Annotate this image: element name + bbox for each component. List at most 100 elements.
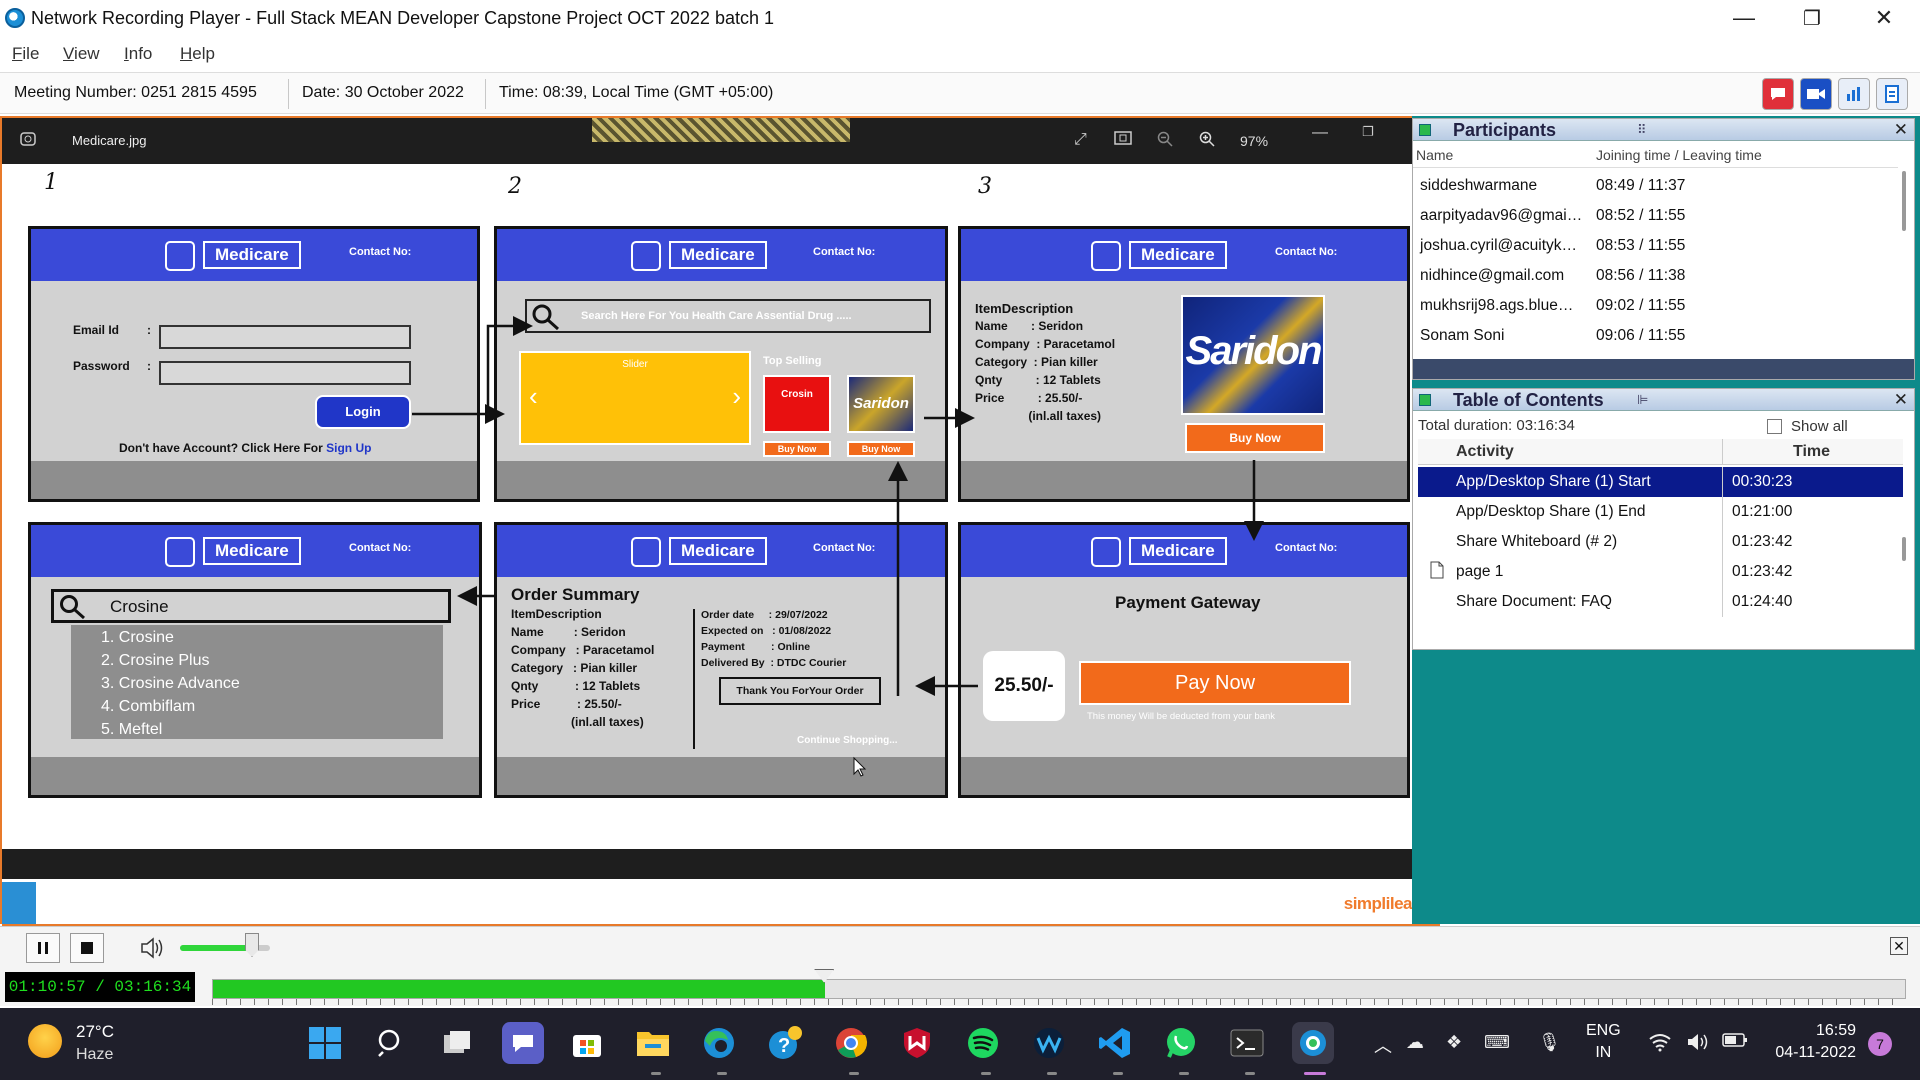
volume-level <box>180 945 252 951</box>
weather-icon[interactable] <box>28 1024 62 1058</box>
column-header-name[interactable]: Name <box>1416 147 1453 163</box>
participant-row[interactable]: siddeshwarmane 08:49 / 11:37 <box>1418 171 1898 201</box>
fullscreen-icon[interactable]: ⤢ <box>1074 131 1087 149</box>
restore-button[interactable]: ❐ <box>1778 0 1846 36</box>
participant-row[interactable]: Sonam Soni 09:06 / 11:55 <box>1418 321 1898 351</box>
menu-bar: File View Info Help <box>0 37 1920 71</box>
close-controls-icon[interactable]: ✕ <box>1890 937 1908 955</box>
toc-time: 01:21:00 <box>1732 503 1793 520</box>
panel-header: Participants ⠿ ✕ <box>1413 119 1914 141</box>
notes-icon[interactable] <box>1876 78 1908 110</box>
speaker-icon[interactable] <box>1686 1032 1710 1057</box>
dropbox-icon[interactable]: ❖ <box>1446 1032 1462 1053</box>
column-header-time[interactable]: Joining time / Leaving time <box>1596 147 1762 163</box>
system-clock[interactable]: 16:59 04-11-2022 <box>1764 1022 1856 1062</box>
scrollbar[interactable] <box>1902 171 1906 231</box>
zoom-in-icon[interactable] <box>1199 131 1215 152</box>
participant-name: Sonam Soni <box>1420 327 1505 344</box>
recording-player-icon[interactable] <box>1292 1022 1334 1064</box>
column-header-time[interactable]: Time <box>1793 443 1830 461</box>
running-indicator <box>717 1072 727 1075</box>
page-document-icon <box>1430 561 1444 584</box>
toc-row[interactable]: App/Desktop Share (1) Start 00:30:23 <box>1418 467 1903 497</box>
menu-view[interactable]: View <box>63 44 100 64</box>
language-indicator[interactable]: ENG IN <box>1586 1022 1621 1062</box>
menu-help[interactable]: Help <box>180 44 215 64</box>
viewer-minimize-icon[interactable]: — <box>1312 124 1328 142</box>
redacted-overlay <box>592 118 850 142</box>
get-help-icon[interactable]: ? <box>764 1022 806 1064</box>
toc-row[interactable]: App/Desktop Share (1) End 01:21:00 <box>1418 497 1903 527</box>
panel-status-icon <box>1419 394 1431 406</box>
show-all-checkbox[interactable] <box>1767 419 1782 434</box>
running-indicator <box>1179 1072 1189 1075</box>
panel-header: Table of Contents ⊫ ✕ <box>1413 389 1914 411</box>
file-explorer-icon[interactable] <box>632 1022 674 1064</box>
chat-icon[interactable] <box>1762 78 1794 110</box>
whatsapp-icon[interactable] <box>1160 1022 1202 1064</box>
terminal-icon[interactable] <box>1226 1022 1268 1064</box>
search-icon[interactable] <box>370 1022 412 1064</box>
participant-row[interactable]: nidhince@gmail.com 08:56 / 11:38 <box>1418 261 1898 291</box>
participant-name: siddeshwarmane <box>1420 177 1538 194</box>
toc-row[interactable]: Share Whiteboard (# 2) 01:23:42 <box>1418 527 1903 557</box>
svg-text:?: ? <box>778 1035 790 1057</box>
start-button[interactable] <box>304 1022 346 1064</box>
weather-description[interactable]: Haze <box>76 1046 113 1064</box>
microphone-icon[interactable]: 🎙 <box>1538 1032 1561 1053</box>
list-view-icon[interactable]: ⊫ <box>1637 392 1648 408</box>
gallery-icon[interactable] <box>20 131 36 152</box>
toc-activity: App/Desktop Share (1) End <box>1456 503 1646 520</box>
image-viewer-toolbar: Medicare.jpg ⤢ 97% — ❐ <box>2 118 1412 164</box>
participants-panel: Participants ⠿ ✕ Name Joining time / Lea… <box>1412 118 1915 380</box>
running-indicator <box>1113 1072 1123 1075</box>
toc-time: 00:30:23 <box>1732 473 1793 490</box>
microsoft-store-icon[interactable] <box>566 1022 608 1064</box>
poll-chart-icon[interactable] <box>1838 78 1870 110</box>
window-title: Network Recording Player - Full Stack ME… <box>31 8 774 28</box>
edge-browser-icon[interactable] <box>698 1022 740 1064</box>
task-view-icon[interactable] <box>436 1022 478 1064</box>
meeting-time: Time: 08:39, Local Time (GMT +05:00) <box>499 84 774 101</box>
zoom-out-icon[interactable] <box>1157 131 1173 152</box>
keyboard-icon[interactable]: ⌨ <box>1484 1032 1510 1053</box>
close-button[interactable]: ✕ <box>1850 0 1918 36</box>
teams-chat-icon[interactable] <box>502 1022 544 1064</box>
progress-bar[interactable] <box>212 979 1906 999</box>
close-panel-icon[interactable]: ✕ <box>1894 120 1908 140</box>
toc-time: 01:23:42 <box>1732 563 1793 580</box>
vscode-icon[interactable] <box>1094 1022 1136 1064</box>
cloud-icon[interactable]: ☁ <box>1406 1032 1424 1053</box>
show-all-label: Show all <box>1791 418 1848 435</box>
viewer-restore-icon[interactable]: ❐ <box>1362 124 1374 140</box>
participant-row[interactable]: aarpityadav96@gmai… 08:52 / 11:55 <box>1418 201 1898 231</box>
notification-badge[interactable]: 7 <box>1868 1032 1892 1056</box>
weather-temperature[interactable]: 27°C <box>76 1022 114 1042</box>
volume-icon[interactable] <box>140 937 164 964</box>
spotify-icon[interactable] <box>962 1022 1004 1064</box>
video-icon[interactable] <box>1800 78 1832 110</box>
menu-info[interactable]: Info <box>124 44 152 64</box>
participant-row[interactable]: joshua.cyril@acuityk… 08:53 / 11:55 <box>1418 231 1898 261</box>
participant-row[interactable]: mukhsrij98.ags.blue… 09:02 / 11:55 <box>1418 291 1898 321</box>
wifi-icon[interactable] <box>1648 1032 1672 1057</box>
fit-page-icon[interactable] <box>1114 131 1132 150</box>
column-header-activity[interactable]: Activity <box>1456 443 1514 461</box>
webex-icon[interactable] <box>1028 1022 1070 1064</box>
minimize-button[interactable]: — <box>1710 0 1778 36</box>
mcafee-icon[interactable] <box>896 1022 938 1064</box>
panel-resize-bar[interactable] <box>1413 359 1914 379</box>
stop-button[interactable] <box>70 933 104 963</box>
volume-handle[interactable] <box>245 933 259 957</box>
menu-file[interactable]: File <box>12 44 39 64</box>
scrollbar[interactable] <box>1902 537 1906 561</box>
show-hidden-icons-chevron-icon[interactable]: ︿ <box>1374 1032 1392 1058</box>
toc-row[interactable]: page 1 01:23:42 <box>1418 557 1903 587</box>
pause-button[interactable] <box>26 933 60 963</box>
toc-row[interactable]: Share Document: FAQ 01:24:40 <box>1418 587 1903 617</box>
close-panel-icon[interactable]: ✕ <box>1894 390 1908 410</box>
battery-icon[interactable] <box>1722 1032 1748 1053</box>
chrome-icon[interactable] <box>830 1022 872 1064</box>
side-tab[interactable] <box>2 882 36 924</box>
grid-view-icon[interactable]: ⠿ <box>1637 122 1647 138</box>
